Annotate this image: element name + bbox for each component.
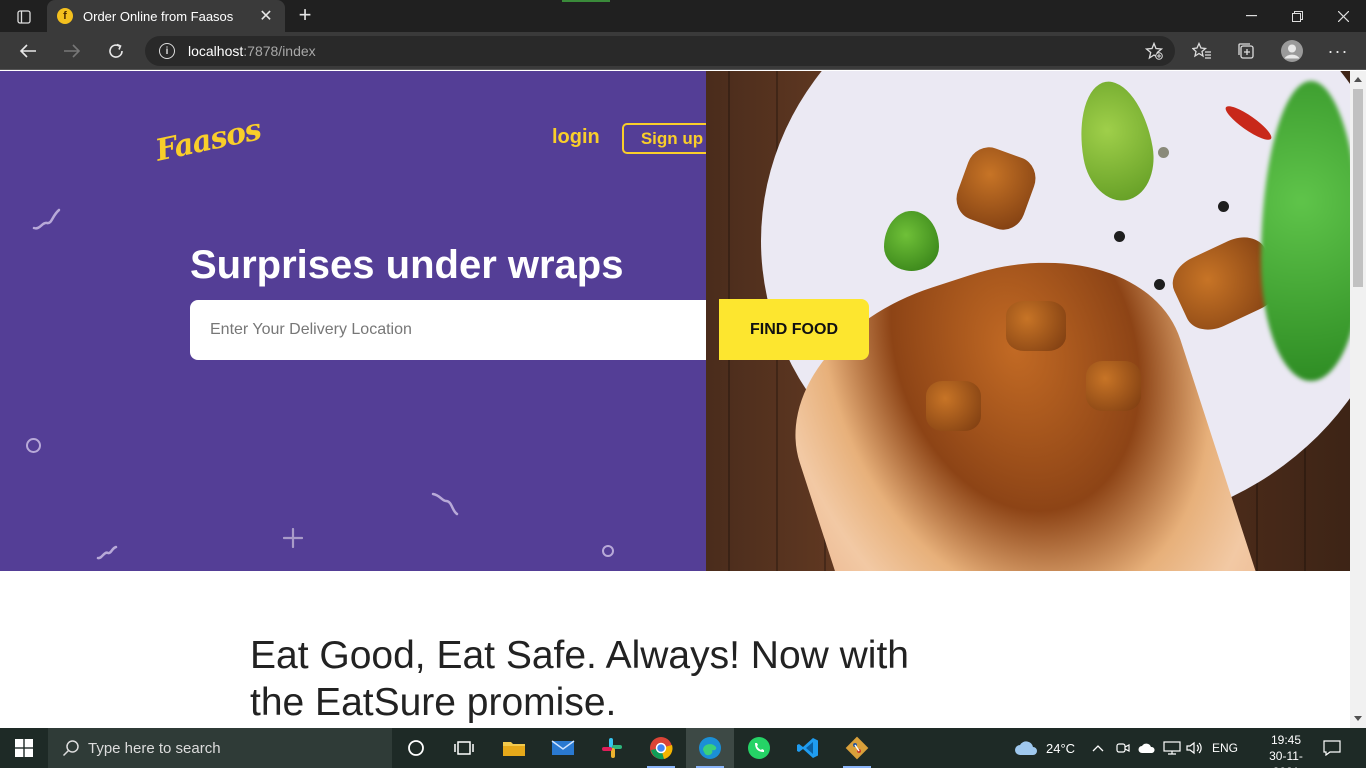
- taskbar-search-box[interactable]: Type here to search: [48, 728, 392, 768]
- file-explorer-icon[interactable]: [490, 728, 538, 768]
- taskbar-search-placeholder: Type here to search: [88, 739, 221, 757]
- url-host: localhost: [188, 43, 244, 59]
- meet-now-icon[interactable]: [1116, 728, 1130, 768]
- plus-decoration-icon: [283, 528, 303, 548]
- minimize-icon[interactable]: [1228, 0, 1274, 32]
- profile-avatar[interactable]: [1277, 37, 1307, 65]
- windows-taskbar: Type here to search 24°C ENG 19:45 30-11…: [0, 728, 1366, 779]
- squiggle-decoration-icon: [96, 545, 118, 560]
- weather-widget[interactable]: 24°C: [1014, 728, 1075, 768]
- faasos-favicon-icon: f: [57, 8, 73, 24]
- new-tab-button[interactable]: +: [292, 3, 318, 29]
- cloud-icon: [1015, 741, 1037, 755]
- signup-button[interactable]: Sign up: [622, 123, 706, 154]
- pepper-image: [1218, 201, 1229, 212]
- circle-decoration-icon: [602, 545, 614, 557]
- pepper-image: [1154, 279, 1165, 290]
- scroll-up-icon[interactable]: [1354, 77, 1362, 82]
- git-icon[interactable]: [833, 728, 881, 768]
- search-icon: [62, 740, 79, 757]
- circle-decoration-icon: [26, 438, 41, 453]
- hero-purple-panel: Faasos login Sign up Surprises under wra…: [0, 71, 706, 571]
- slack-icon[interactable]: [588, 728, 636, 768]
- mail-icon[interactable]: [539, 728, 587, 768]
- eatsure-promise-text: Eat Good, Eat Safe. Always! Now with the…: [250, 634, 909, 724]
- network-icon[interactable]: [1163, 728, 1181, 768]
- tab-actions-icon[interactable]: [10, 6, 38, 28]
- scroll-thumb[interactable]: [1353, 89, 1363, 287]
- taskbar-clock[interactable]: 19:45 30-11-2021: [1256, 732, 1316, 780]
- tab-title: Order Online from Faasos: [83, 8, 234, 24]
- web-page: Faasos login Sign up Surprises under wra…: [0, 71, 1350, 728]
- scroll-down-icon[interactable]: [1354, 716, 1362, 721]
- edge-icon[interactable]: [686, 728, 734, 768]
- pepper-image: [1114, 231, 1125, 242]
- address-bar-row: i localhost:7878/index ···: [0, 32, 1366, 70]
- login-link[interactable]: login: [552, 126, 600, 149]
- cortana-icon[interactable]: [392, 728, 440, 768]
- url-path: :7878/index: [243, 43, 316, 59]
- browser-tab-bar: f Order Online from Faasos ✕ +: [0, 0, 1366, 32]
- onedrive-icon[interactable]: [1138, 728, 1156, 768]
- vscode-icon[interactable]: [784, 728, 832, 768]
- site-info-icon[interactable]: i: [159, 43, 175, 59]
- language-indicator[interactable]: ENG: [1212, 728, 1238, 768]
- delivery-location-input[interactable]: [190, 300, 706, 360]
- back-arrow-icon[interactable]: [13, 37, 43, 65]
- chrome-icon[interactable]: [637, 728, 685, 768]
- show-hidden-icons-icon[interactable]: [1092, 728, 1104, 768]
- volume-icon[interactable]: [1186, 728, 1204, 768]
- add-favorite-icon[interactable]: [1144, 41, 1164, 65]
- windows-start-icon[interactable]: [0, 728, 48, 768]
- refresh-icon[interactable]: [101, 37, 131, 65]
- collections-icon[interactable]: [1231, 37, 1261, 65]
- favorites-icon[interactable]: [1187, 37, 1217, 65]
- squiggle-decoration-icon: [32, 208, 61, 230]
- tab-indicator: [562, 0, 610, 2]
- task-view-icon[interactable]: [440, 728, 488, 768]
- food-chunk-image: [1006, 301, 1066, 351]
- hero-section: Faasos login Sign up Surprises under wra…: [0, 71, 1350, 571]
- whatsapp-icon[interactable]: [735, 728, 783, 768]
- hero-headline: Surprises under wraps: [190, 243, 624, 287]
- restore-icon[interactable]: [1274, 0, 1320, 32]
- food-chunk-image: [1086, 361, 1141, 411]
- clock-date: 30-11-2021: [1269, 749, 1303, 779]
- tab-close-icon[interactable]: ✕: [257, 6, 275, 26]
- page-scrollbar[interactable]: [1350, 71, 1366, 728]
- browser-tab-active[interactable]: f Order Online from Faasos ✕: [47, 0, 285, 32]
- url-field[interactable]: i localhost:7878/index: [145, 36, 1175, 66]
- forward-arrow-icon[interactable]: [57, 37, 87, 65]
- faasos-logo[interactable]: Faasos: [153, 112, 264, 168]
- find-food-button[interactable]: FIND FOOD: [719, 299, 869, 360]
- more-options-icon[interactable]: ···: [1323, 37, 1353, 65]
- food-chunk-image: [926, 381, 981, 431]
- weather-temperature: 24°C: [1046, 740, 1076, 756]
- pepper-image: [1158, 147, 1169, 158]
- clock-time: 19:45: [1270, 733, 1302, 747]
- squiggle-decoration-icon: [431, 492, 459, 516]
- close-window-icon[interactable]: [1320, 0, 1366, 32]
- notifications-icon[interactable]: [1323, 728, 1341, 768]
